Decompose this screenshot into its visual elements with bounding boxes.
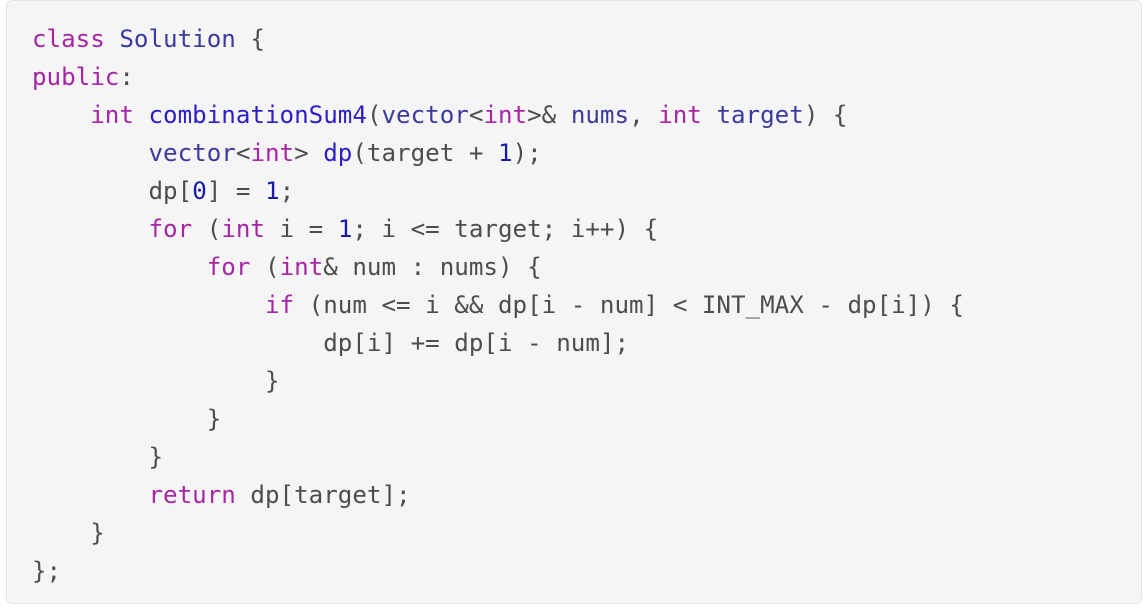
code-token: ( (250, 253, 280, 281)
code-token: > (294, 139, 324, 167)
code-token: int (90, 101, 134, 129)
code-token: 0 (192, 177, 207, 205)
code-token: dp (323, 139, 353, 167)
code-token: if (265, 291, 295, 319)
code-token: } (32, 367, 280, 395)
code-token: int (658, 101, 702, 129)
code-line: } (32, 400, 964, 438)
code-line: int combinationSum4(vector<int>& nums, i… (32, 96, 964, 134)
code-token: ; i <= target; i++) { (352, 215, 659, 243)
code-token: < (235, 139, 251, 167)
code-token: 1 (498, 139, 513, 167)
code-token: ; (279, 177, 295, 205)
code-token: { (235, 25, 265, 53)
code-token: }; (32, 557, 62, 585)
code-line: for (int i = 1; i <= target; i++) { (32, 210, 964, 248)
code-token: nums (570, 101, 630, 129)
code-token: , (629, 101, 659, 129)
code-token: 1 (265, 177, 280, 205)
code-token: public (32, 63, 120, 91)
code-token: i = (265, 215, 338, 243)
code-line: } (32, 362, 964, 400)
code-token: int (250, 139, 295, 167)
code-token: ); (512, 139, 542, 167)
code-line: } (32, 438, 964, 476)
code-token: for (206, 253, 251, 281)
code-token: dp[ (32, 177, 193, 205)
code-line: class Solution { (32, 20, 964, 58)
code-token: for (148, 215, 193, 243)
code-token: & num : nums) { (323, 253, 542, 281)
code-token: combinationSum4 (148, 101, 367, 129)
code-token: (num <= i && dp[i - num] < INT_MAX - dp[… (294, 291, 964, 319)
code-line: } (32, 514, 964, 552)
code-token: : (119, 63, 134, 91)
code-token: dp[target]; (235, 481, 411, 509)
code-token: int (221, 215, 265, 243)
code-line: return dp[target]; (32, 476, 964, 514)
code-line: dp[i] += dp[i - num]; (32, 324, 964, 362)
code-line: }; (32, 552, 964, 590)
code-line: vector<int> dp(target + 1); (32, 134, 964, 172)
code-token: int (483, 101, 528, 129)
code-token: (target + (352, 139, 498, 167)
code-token: ] = (206, 177, 265, 205)
code-token: } (32, 405, 222, 433)
code-line: if (num <= i && dp[i - num] < INT_MAX - … (32, 286, 964, 324)
code-token: 1 (337, 215, 353, 243)
code-token: dp[i] += dp[i - num]; (32, 329, 630, 357)
code-listing: class Solution {public: int combinationS… (32, 20, 964, 590)
code-token: class (32, 25, 105, 53)
code-token: } (32, 519, 105, 547)
code-token: < (468, 101, 484, 129)
code-line: public: (32, 58, 964, 96)
code-token: return (148, 481, 236, 509)
code-token: ( (192, 215, 222, 243)
code-token: } (32, 443, 164, 471)
code-token: vector (381, 101, 469, 129)
code-token: int (279, 253, 324, 281)
code-line: for (int& num : nums) { (32, 248, 964, 286)
code-token: target (716, 101, 804, 129)
code-token: vector (148, 139, 236, 167)
code-block: class Solution {public: int combinationS… (6, 0, 1142, 604)
code-token: ( (366, 101, 382, 129)
code-line: dp[0] = 1; (32, 172, 964, 210)
code-token: Solution (119, 25, 236, 53)
code-token: >& (527, 101, 571, 129)
code-token: ) { (803, 101, 848, 129)
